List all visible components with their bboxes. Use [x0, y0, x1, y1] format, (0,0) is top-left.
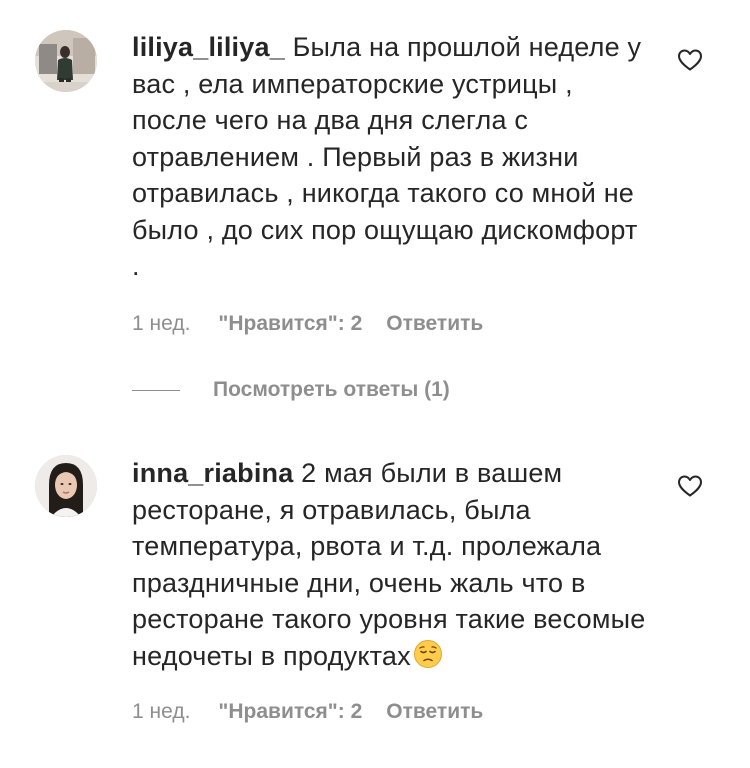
reply-button[interactable]: Ответить — [386, 700, 483, 724]
comment-username[interactable]: liliya_liliya_ — [132, 32, 285, 62]
comment-meta: 1 нед. "Нравится": 2 Ответить — [132, 700, 483, 724]
comment-timestamp: 1 нед. — [132, 700, 191, 723]
comment-text: liliya_liliya_ Была на прошлой неделе у … — [132, 29, 652, 285]
comment-body: 2 мая были в вашем ресторане, я отравила… — [132, 458, 646, 671]
comment-timestamp: 1 нед. — [132, 312, 191, 335]
view-replies-label: Посмотреть ответы (1) — [213, 378, 450, 401]
likes-count[interactable]: "Нравится": 2 — [218, 700, 362, 724]
reply-button[interactable]: Ответить — [386, 312, 483, 336]
comment-meta: 1 нед. "Нравится": 2 Ответить — [132, 312, 483, 336]
likes-count[interactable]: "Нравится": 2 — [218, 312, 362, 336]
heart-icon[interactable] — [677, 48, 703, 72]
view-replies-button[interactable]: Посмотреть ответы (1) — [132, 378, 450, 402]
pensive-face-emoji-icon — [413, 639, 442, 668]
avatar[interactable] — [35, 455, 97, 517]
comment-text: inna_riabina 2 мая были в вашем ресторан… — [132, 455, 652, 674]
replies-divider-line — [132, 389, 180, 391]
heart-icon[interactable] — [677, 474, 703, 498]
comment-username[interactable]: inna_riabina — [132, 458, 293, 488]
comment-body: Была на прошлой неделе у вас , ела импер… — [132, 32, 642, 281]
avatar[interactable] — [35, 30, 97, 92]
